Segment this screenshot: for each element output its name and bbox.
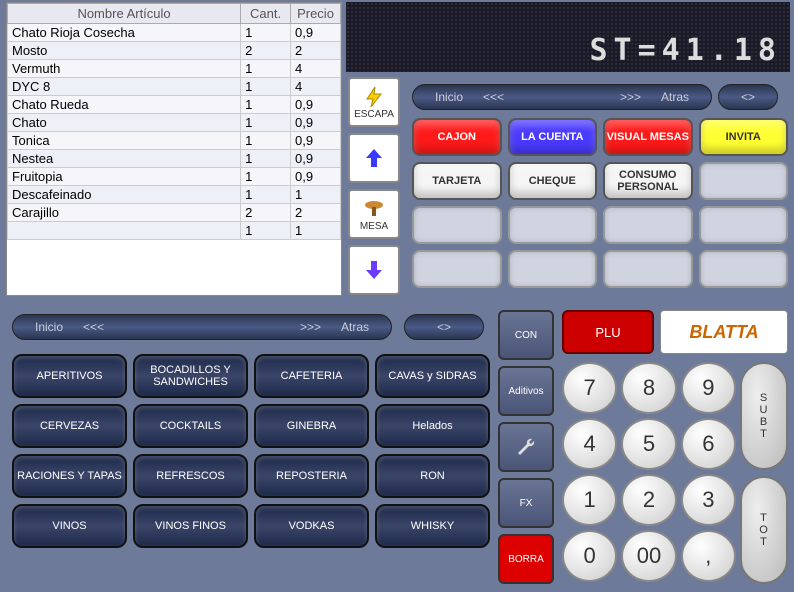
mesa-button[interactable]: MESA bbox=[348, 189, 400, 239]
aditivos-button[interactable]: Aditivos bbox=[498, 366, 554, 416]
subt-button[interactable]: SUBT bbox=[740, 362, 788, 470]
visual-mesas-button[interactable]: VISUAL MESAS bbox=[603, 118, 693, 156]
arrow-up-icon bbox=[362, 146, 386, 170]
empty-slot bbox=[699, 250, 789, 288]
table-row[interactable]: Chato Rueda10,9 bbox=[8, 96, 341, 114]
empty-slot bbox=[412, 250, 502, 288]
category-ginebra[interactable]: GINEBRA bbox=[254, 404, 369, 448]
category-vinos[interactable]: VINOS bbox=[12, 504, 127, 548]
total-display: ST=41.18 bbox=[346, 2, 790, 72]
nav-toggle-mid[interactable]: <> bbox=[404, 314, 484, 340]
table-row[interactable]: DYC 814 bbox=[8, 78, 341, 96]
settings-button[interactable] bbox=[498, 422, 554, 472]
numpad-00[interactable]: 00 bbox=[621, 530, 676, 582]
table-row[interactable]: Mosto22 bbox=[8, 42, 341, 60]
nav-toggle-top[interactable]: <> bbox=[718, 84, 778, 110]
category-cocktails[interactable]: COCKTAILS bbox=[133, 404, 248, 448]
lightning-icon bbox=[362, 85, 386, 109]
numpad-4[interactable]: 4 bbox=[562, 418, 617, 470]
nav-back[interactable]: <<< bbox=[473, 90, 514, 104]
nav-mid[interactable]: Inicio <<< >>> Atras bbox=[12, 314, 392, 340]
numpad-0[interactable]: 0 bbox=[562, 530, 617, 582]
escapa-button[interactable]: ESCAPA bbox=[348, 77, 400, 127]
totals-column: SUBT TOT bbox=[740, 362, 790, 590]
category-vodkas[interactable]: VODKAS bbox=[254, 504, 369, 548]
down-button[interactable] bbox=[348, 245, 400, 295]
category-ron[interactable]: RON bbox=[375, 454, 490, 498]
nav-atras[interactable]: Atras bbox=[651, 90, 699, 104]
tarjeta-button[interactable]: TARJETA bbox=[412, 162, 502, 200]
table-row[interactable]: Carajillo22 bbox=[8, 204, 341, 222]
logo: BLATTA bbox=[660, 310, 788, 354]
numpad: 789456123000, bbox=[562, 362, 736, 582]
nav-atras-2[interactable]: Atras bbox=[331, 320, 379, 334]
empty-slot bbox=[603, 250, 693, 288]
empty-slot bbox=[508, 250, 598, 288]
tot-button[interactable]: TOT bbox=[740, 476, 788, 584]
category-vinos-finos[interactable]: VINOS FINOS bbox=[133, 504, 248, 548]
numpad-5[interactable]: 5 bbox=[621, 418, 676, 470]
category-reposteria[interactable]: REPOSTERIA bbox=[254, 454, 369, 498]
icon-column: ESCAPA MESA bbox=[348, 77, 404, 301]
table-row[interactable]: Vermuth14 bbox=[8, 60, 341, 78]
category-grid: APERITIVOSBOCADILLOS Y SANDWICHESCAFETER… bbox=[12, 354, 490, 548]
category-cavas-y-sidras[interactable]: CAVAS y SIDRAS bbox=[375, 354, 490, 398]
category-aperitivos[interactable]: APERITIVOS bbox=[12, 354, 127, 398]
numpad-8[interactable]: 8 bbox=[621, 362, 676, 414]
empty-slot bbox=[412, 206, 502, 244]
category-whisky[interactable]: WHISKY bbox=[375, 504, 490, 548]
nav-back-2[interactable]: <<< bbox=[73, 320, 114, 334]
consumo-personal-button[interactable]: CONSUMO PERSONAL bbox=[603, 162, 693, 200]
category-cervezas[interactable]: CERVEZAS bbox=[12, 404, 127, 448]
nav-fwd-2[interactable]: >>> bbox=[290, 320, 331, 334]
up-button[interactable] bbox=[348, 133, 400, 183]
payment-grid: CAJONLA CUENTAVISUAL MESASINVITATARJETAC… bbox=[412, 118, 788, 294]
fx-button[interactable]: FX bbox=[498, 478, 554, 528]
category-cafeteria[interactable]: CAFETERIA bbox=[254, 354, 369, 398]
category-helados[interactable]: Helados bbox=[375, 404, 490, 448]
con-button[interactable]: CON bbox=[498, 310, 554, 360]
nav-inicio-2[interactable]: Inicio bbox=[25, 320, 73, 334]
col-qty: Cant. bbox=[241, 4, 291, 24]
col-price: Precio bbox=[291, 4, 341, 24]
side-controls: CON Aditivos FX BORRA bbox=[498, 310, 558, 590]
category-bocadillos-y-sandwiches[interactable]: BOCADILLOS Y SANDWICHES bbox=[133, 354, 248, 398]
table-row[interactable]: Fruitopia10,9 bbox=[8, 168, 341, 186]
cheque-button[interactable]: CHEQUE bbox=[508, 162, 598, 200]
wrench-icon bbox=[514, 435, 538, 459]
table-row[interactable]: 11 bbox=[8, 222, 341, 240]
numpad-3[interactable]: 3 bbox=[681, 474, 736, 526]
empty-slot bbox=[699, 162, 789, 200]
cajon-button[interactable]: CAJON bbox=[412, 118, 502, 156]
empty-slot bbox=[699, 206, 789, 244]
invita-button[interactable]: INVITA bbox=[699, 118, 789, 156]
table-row[interactable]: Chato10,9 bbox=[8, 114, 341, 132]
la-cuenta-button[interactable]: LA CUENTA bbox=[508, 118, 598, 156]
table-row[interactable]: Chato Rioja Cosecha10,9 bbox=[8, 24, 341, 42]
table-row[interactable]: Tonica10,9 bbox=[8, 132, 341, 150]
table-row[interactable]: Nestea10,9 bbox=[8, 150, 341, 168]
nav-inicio[interactable]: Inicio bbox=[425, 90, 473, 104]
col-name: Nombre Artículo bbox=[8, 4, 241, 24]
category-refrescos[interactable]: REFRESCOS bbox=[133, 454, 248, 498]
numpad-6[interactable]: 6 bbox=[681, 418, 736, 470]
table-icon bbox=[362, 197, 386, 221]
empty-slot bbox=[508, 206, 598, 244]
numpad-2[interactable]: 2 bbox=[621, 474, 676, 526]
nav-top[interactable]: Inicio <<< >>> Atras bbox=[412, 84, 712, 110]
numpad-,[interactable]: , bbox=[681, 530, 736, 582]
numpad-9[interactable]: 9 bbox=[681, 362, 736, 414]
order-table: Nombre Artículo Cant. Precio Chato Rioja… bbox=[6, 2, 342, 296]
arrow-down-icon bbox=[362, 258, 386, 282]
numpad-7[interactable]: 7 bbox=[562, 362, 617, 414]
nav-fwd[interactable]: >>> bbox=[610, 90, 651, 104]
table-row[interactable]: Descafeinado11 bbox=[8, 186, 341, 204]
numpad-1[interactable]: 1 bbox=[562, 474, 617, 526]
borra-button[interactable]: BORRA bbox=[498, 534, 554, 584]
category-raciones-y-tapas[interactable]: RACIONES Y TAPAS bbox=[12, 454, 127, 498]
plu-button[interactable]: PLU bbox=[562, 310, 654, 354]
empty-slot bbox=[603, 206, 693, 244]
